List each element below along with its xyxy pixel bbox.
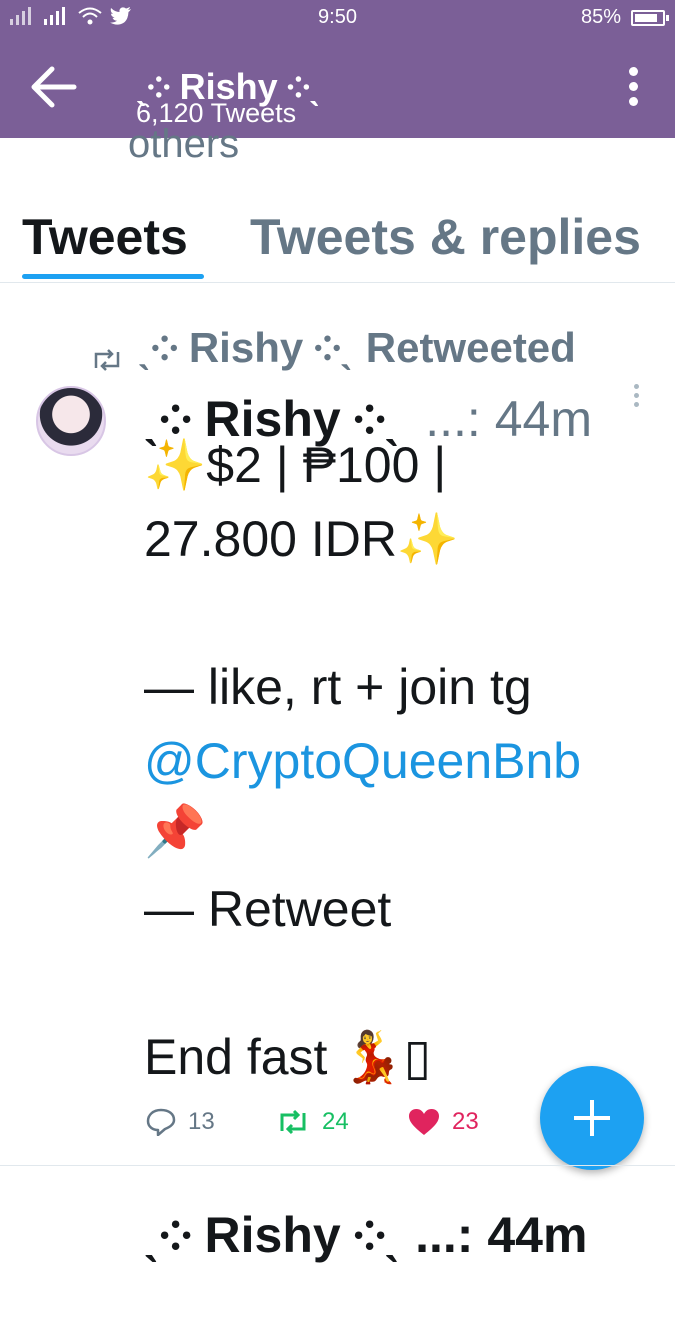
status-right: 85%: [580, 6, 669, 29]
overflow-menu-button[interactable]: [623, 62, 643, 114]
tweet-actions: 13 24 23: [146, 1108, 479, 1136]
dot-icon: [628, 67, 638, 76]
retweet-icon: [94, 348, 120, 371]
tweet-menu-button[interactable]: [632, 384, 640, 412]
dot-icon: [633, 384, 639, 389]
battery-percent: 85%: [580, 6, 621, 28]
dot-icon: [628, 82, 638, 91]
scrolled-text-remnant: others: [128, 122, 240, 166]
tab-tweets[interactable]: Tweets: [22, 208, 188, 266]
retweet-count: 24: [322, 1108, 349, 1135]
mention-link[interactable]: @CryptoQueenBnb: [144, 736, 664, 786]
battery-icon: [631, 9, 669, 26]
dot-icon: [628, 97, 638, 106]
retweet-icon: [280, 1109, 306, 1135]
back-button[interactable]: [28, 64, 78, 110]
like-count: 23: [452, 1108, 479, 1135]
arrow-left-icon: [31, 66, 77, 108]
active-tab-indicator: [22, 274, 204, 279]
compose-tweet-button[interactable]: [540, 1066, 644, 1170]
retweet-button[interactable]: 24: [276, 1108, 408, 1136]
tweet-text-line: — Retweet: [144, 881, 392, 937]
tweet-divider: [0, 1165, 675, 1166]
reply-icon: [146, 1108, 176, 1136]
next-tweet-peek: ˎ༶ Rishy ༶ˎ ...: 44m: [144, 1207, 588, 1263]
pushpin-emoji: 📌: [144, 803, 207, 859]
reply-count: 13: [188, 1108, 215, 1135]
profile-tabs: Tweets Tweets & replies: [0, 180, 675, 283]
dot-icon: [633, 393, 639, 398]
dot-icon: [633, 402, 639, 407]
status-bar: 9:50 85%: [0, 0, 675, 36]
app-header: ˎ༶ Rishy ༶ˎ 6,120 Tweets: [0, 36, 675, 138]
reply-button[interactable]: 13: [146, 1108, 276, 1136]
tweet-text-line: 27.800 IDR✨: [144, 511, 460, 567]
tweet-text-line: ✨$2 | ₱100 |: [144, 437, 447, 493]
tweet-text-line: — like, rt + join tg: [144, 659, 532, 715]
avatar[interactable]: [36, 386, 106, 456]
like-button[interactable]: 23: [408, 1108, 479, 1136]
battery-fill: [635, 13, 657, 22]
heart-icon: [409, 1109, 439, 1135]
status-time: 9:50: [318, 6, 357, 28]
tab-tweets-and-replies[interactable]: Tweets & replies: [250, 208, 641, 266]
